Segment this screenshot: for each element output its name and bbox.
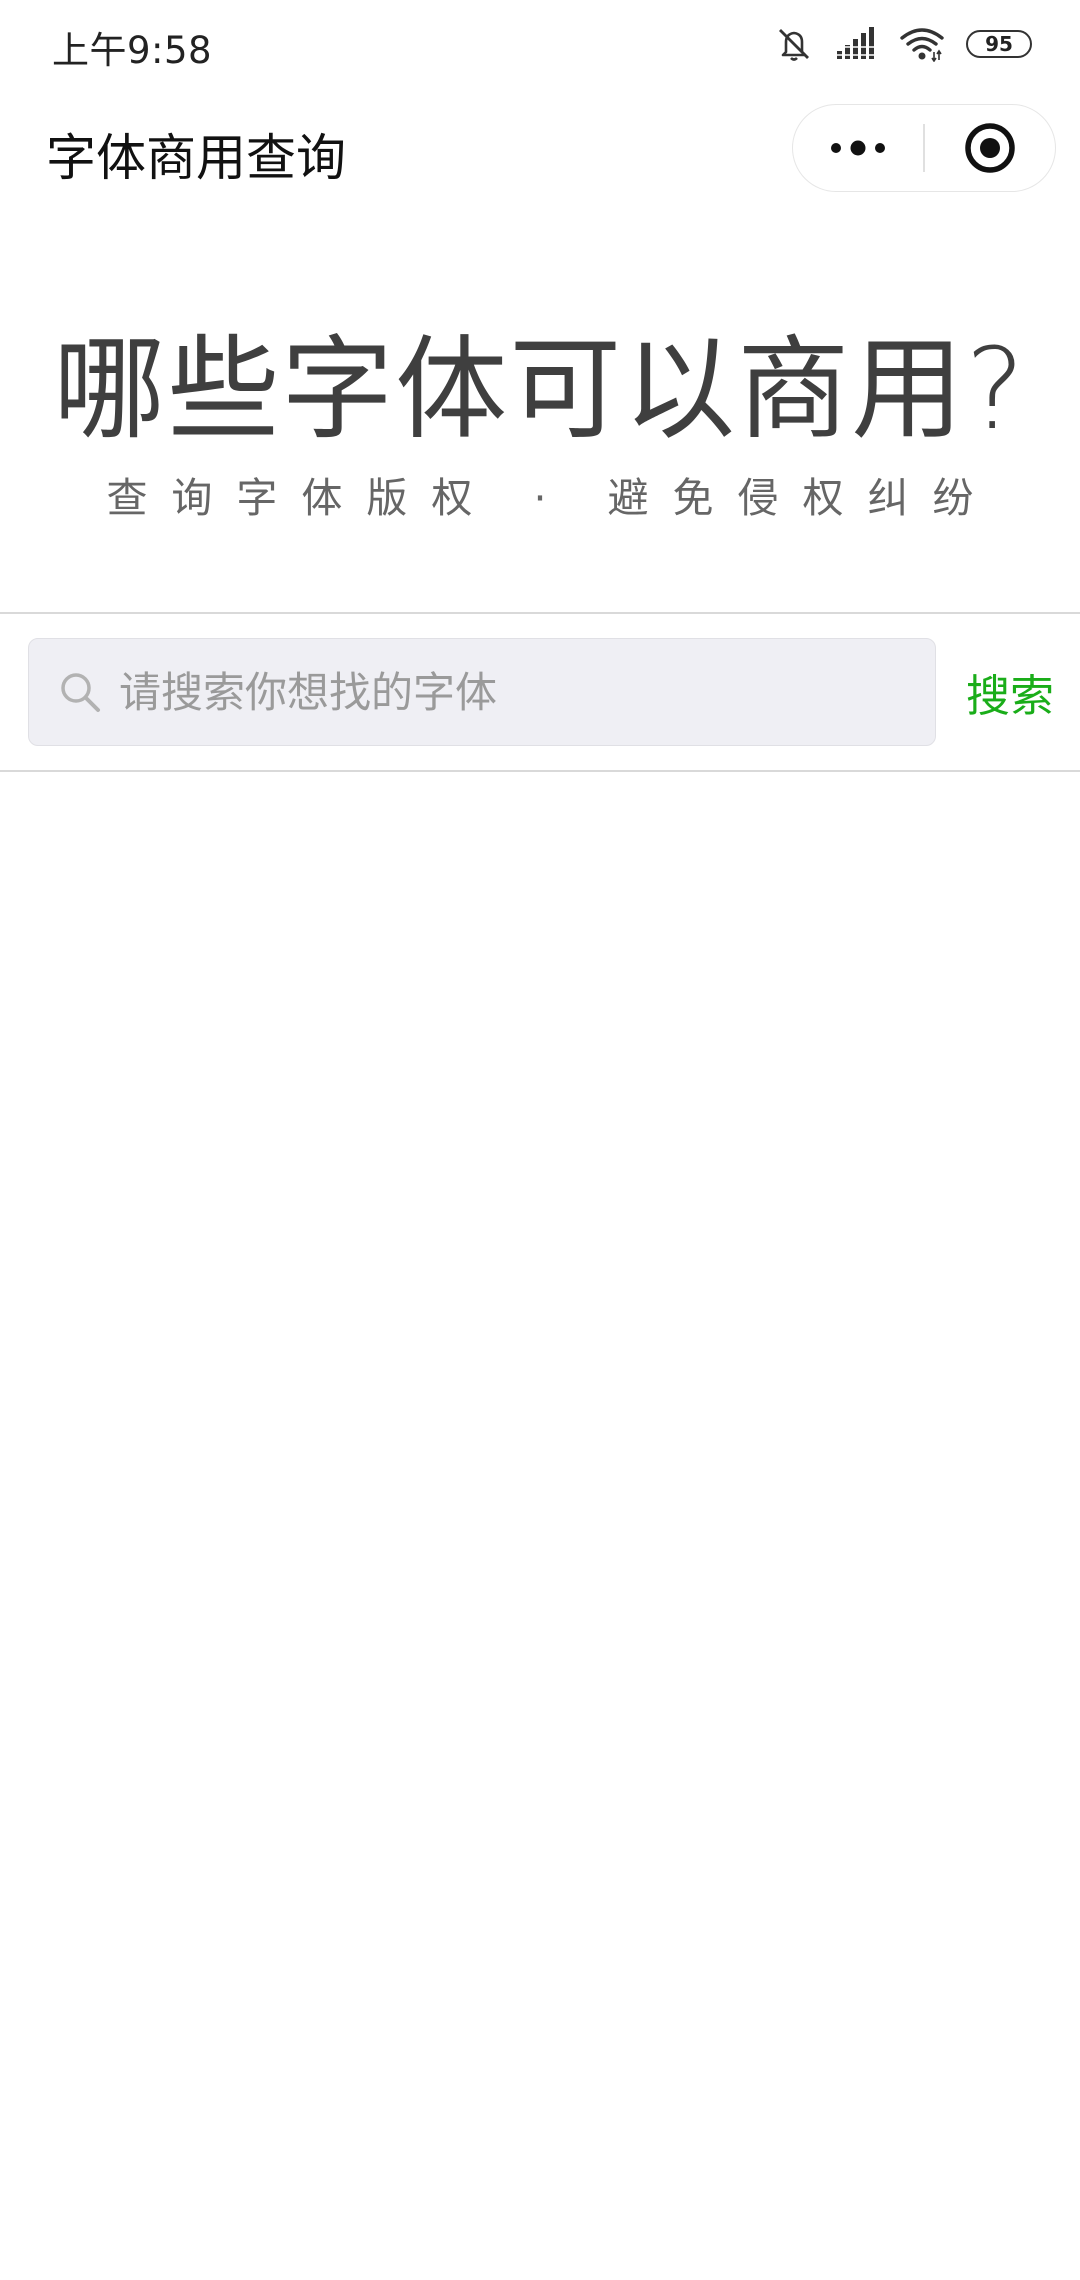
wifi-icon (900, 26, 944, 62)
more-dots-icon (831, 140, 886, 156)
battery-level: 95 (966, 30, 1032, 58)
close-button[interactable] (925, 105, 1055, 191)
status-bar: 上午9:58 95 (0, 0, 1080, 92)
hero-title: 哪些字体可以商用? (53, 325, 1027, 455)
status-time: 上午9:58 (52, 29, 213, 72)
page: 上午9:58 95 字体商用查询 哪些字体可以商用? 查询字体版权 · 避免侵权… (0, 0, 1080, 2280)
page-title: 字体商用查询 (46, 129, 346, 187)
nav-bar: 字体商用查询 (0, 92, 1080, 208)
search-input[interactable] (117, 638, 935, 746)
signal-icon (836, 27, 878, 61)
hero-subtitle: 查询字体版权 · 避免侵权纠纷 (106, 474, 998, 522)
mute-icon (774, 24, 814, 64)
target-close-icon (965, 123, 1015, 173)
status-icons: 95 (752, 24, 1032, 64)
search-bar: 搜索 (0, 612, 1080, 772)
search-box[interactable] (28, 638, 936, 746)
search-icon (57, 669, 103, 715)
search-button[interactable]: 搜索 (966, 660, 1054, 724)
mini-program-capsule (792, 104, 1056, 192)
hero-banner: 哪些字体可以商用? 查询字体版权 · 避免侵权纠纷 (0, 320, 1080, 528)
more-button[interactable] (793, 105, 923, 191)
battery-icon: 95 (966, 30, 1032, 58)
